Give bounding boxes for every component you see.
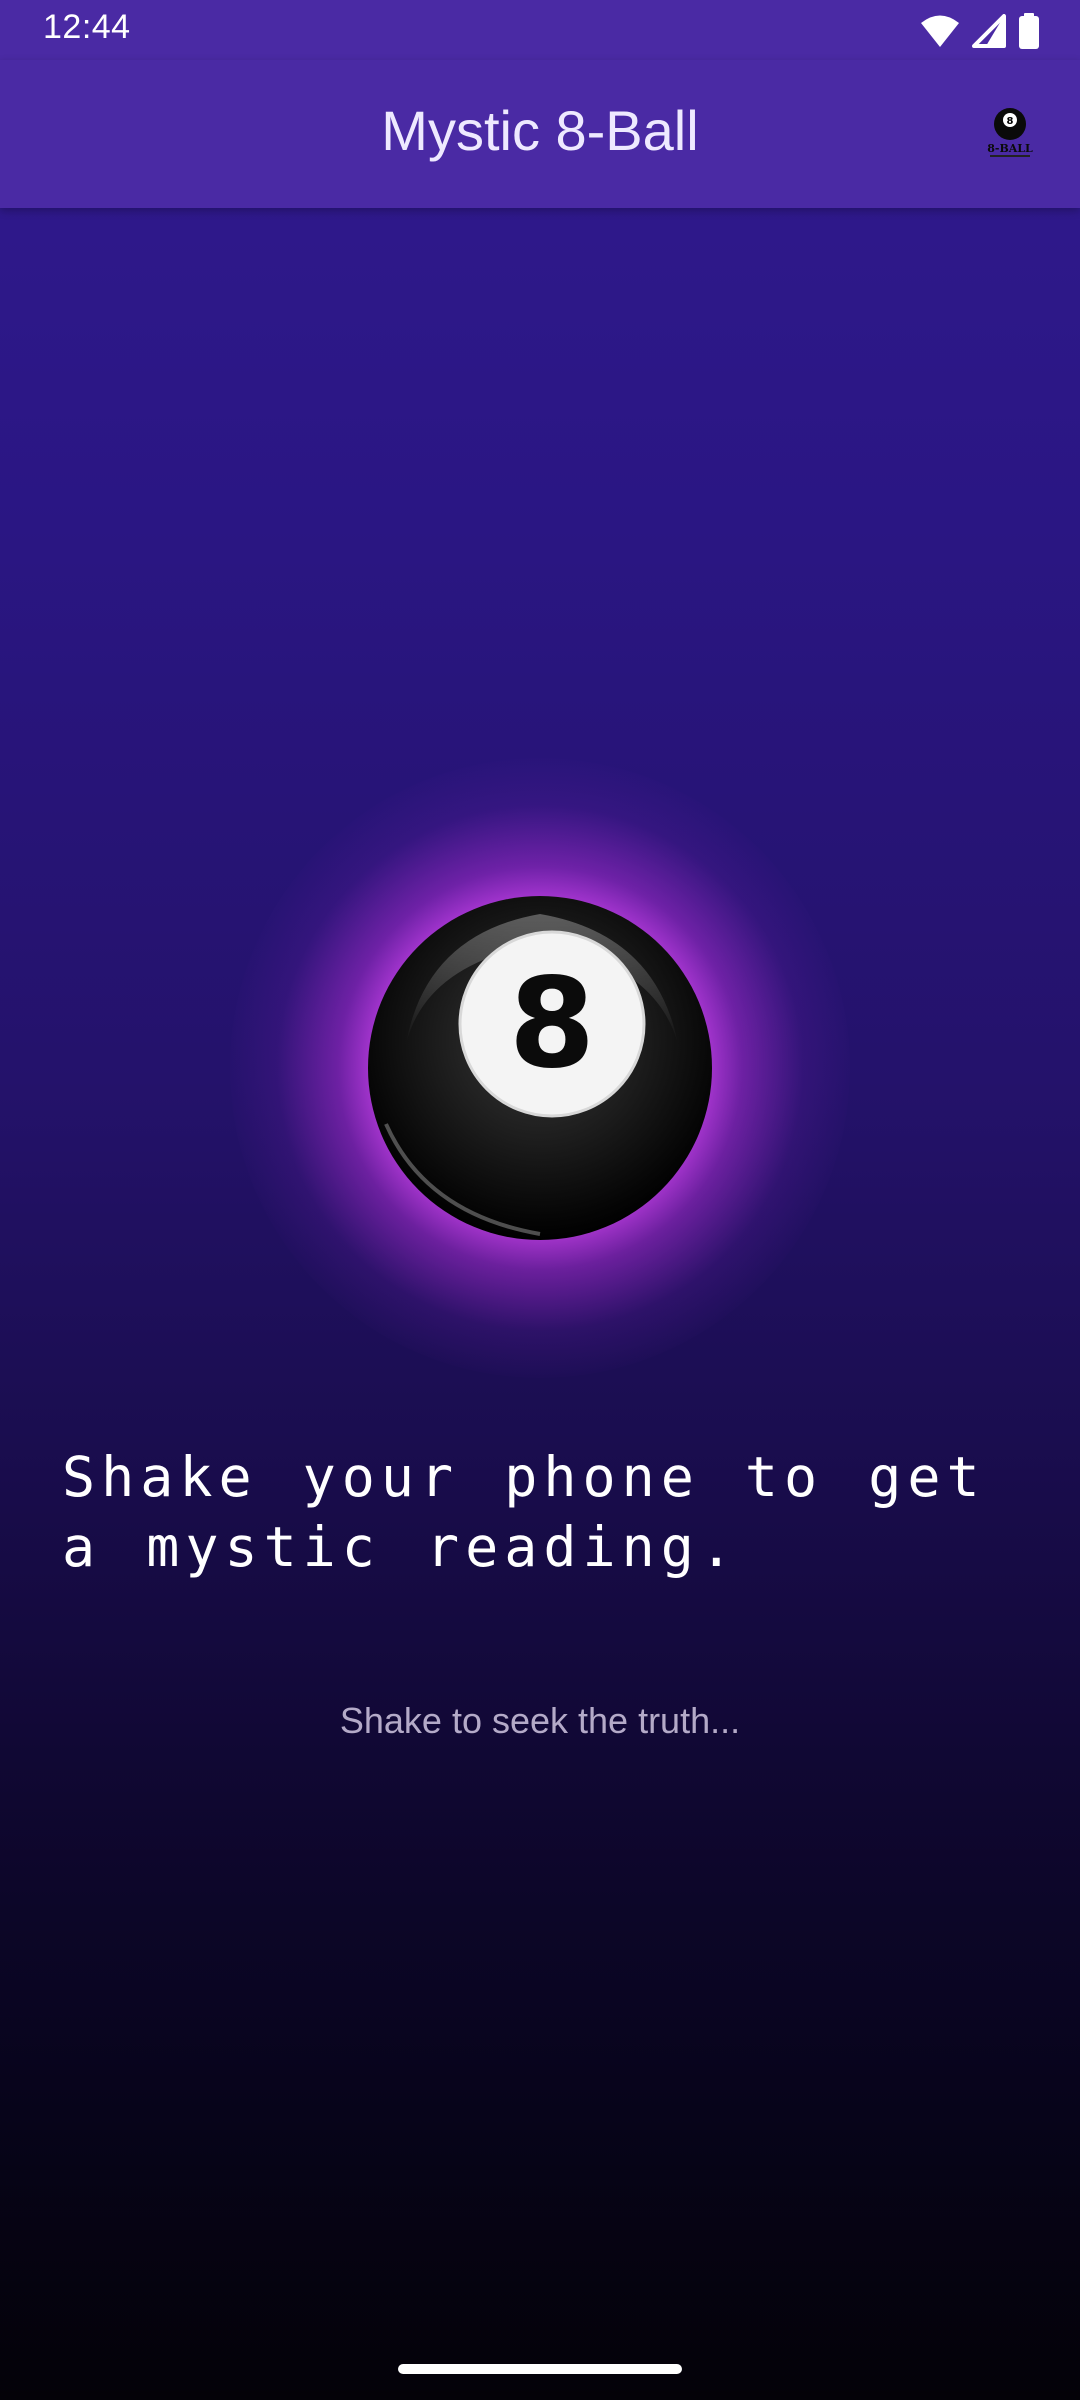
app-screen: 12:44 Mystic 8-Ball 8 8-BALL 8 Shake you… [0, 0, 1080, 2400]
app-title: Mystic 8-Ball [381, 99, 699, 162]
reading-text: Shake your phone to get a mystic reading… [62, 1445, 986, 1579]
app-bar: Mystic 8-Ball 8 8-BALL [0, 60, 1080, 208]
status-bar: 12:44 [0, 0, 1080, 60]
eight-ball[interactable]: 8 [366, 894, 714, 1242]
hint-text: Shake to seek the truth... [339, 1700, 741, 1741]
cellular-signal-icon [972, 14, 1006, 48]
ball-number: 8 [509, 952, 595, 1096]
battery-icon [1019, 13, 1039, 49]
svg-text:8: 8 [1007, 116, 1014, 127]
home-indicator[interactable] [398, 2364, 682, 2374]
status-time: 12:44 [43, 8, 131, 46]
eight-ball-logo-icon[interactable]: 8 8-BALL [982, 104, 1038, 164]
wifi-icon [921, 15, 959, 47]
logo-text: 8-BALL [987, 142, 1033, 155]
status-icons [920, 12, 1040, 50]
